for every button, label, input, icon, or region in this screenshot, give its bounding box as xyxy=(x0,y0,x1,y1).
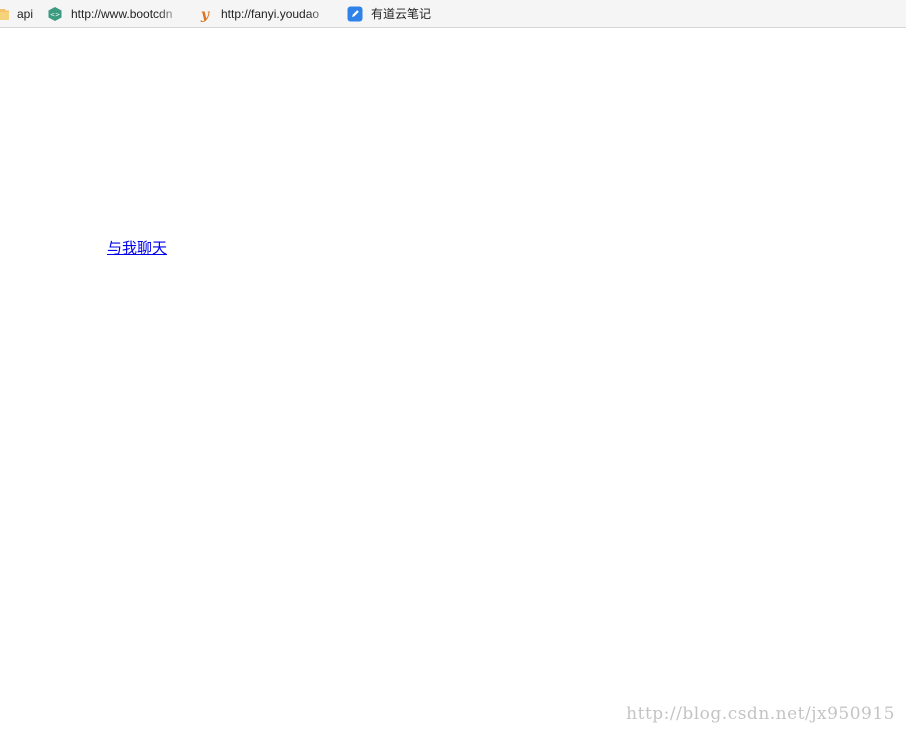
bootcdn-icon: <> xyxy=(47,6,63,22)
watermark: http://blog.csdn.net/jx950915 xyxy=(626,704,895,724)
svg-text:<>: <> xyxy=(50,12,60,19)
bookmark-label: http://www.bootcdn xyxy=(71,7,173,21)
svg-text:y: y xyxy=(200,7,210,22)
bookmark-label: http://fanyi.youdao xyxy=(221,7,320,21)
bookmark-youdao-note[interactable]: 有道云笔记 xyxy=(347,0,447,28)
youdao-note-icon xyxy=(347,6,363,22)
bookmark-api[interactable]: api xyxy=(0,0,40,28)
folder-icon xyxy=(0,6,9,22)
bookmark-bootcdn[interactable]: <> http://www.bootcdn xyxy=(47,0,185,28)
youdao-icon: y xyxy=(197,6,213,23)
browser-window: api <> http://www.bootcdn y http://fanyi… xyxy=(0,0,906,733)
bookmark-youdao-fanyi[interactable]: y http://fanyi.youdao xyxy=(197,0,335,28)
chat-with-me-link[interactable]: 与我聊天 xyxy=(107,238,167,258)
bookmark-label: api xyxy=(17,7,34,21)
bookmarks-bar: api <> http://www.bootcdn y http://fanyi… xyxy=(0,0,906,28)
bookmark-label: 有道云笔记 xyxy=(371,7,432,21)
